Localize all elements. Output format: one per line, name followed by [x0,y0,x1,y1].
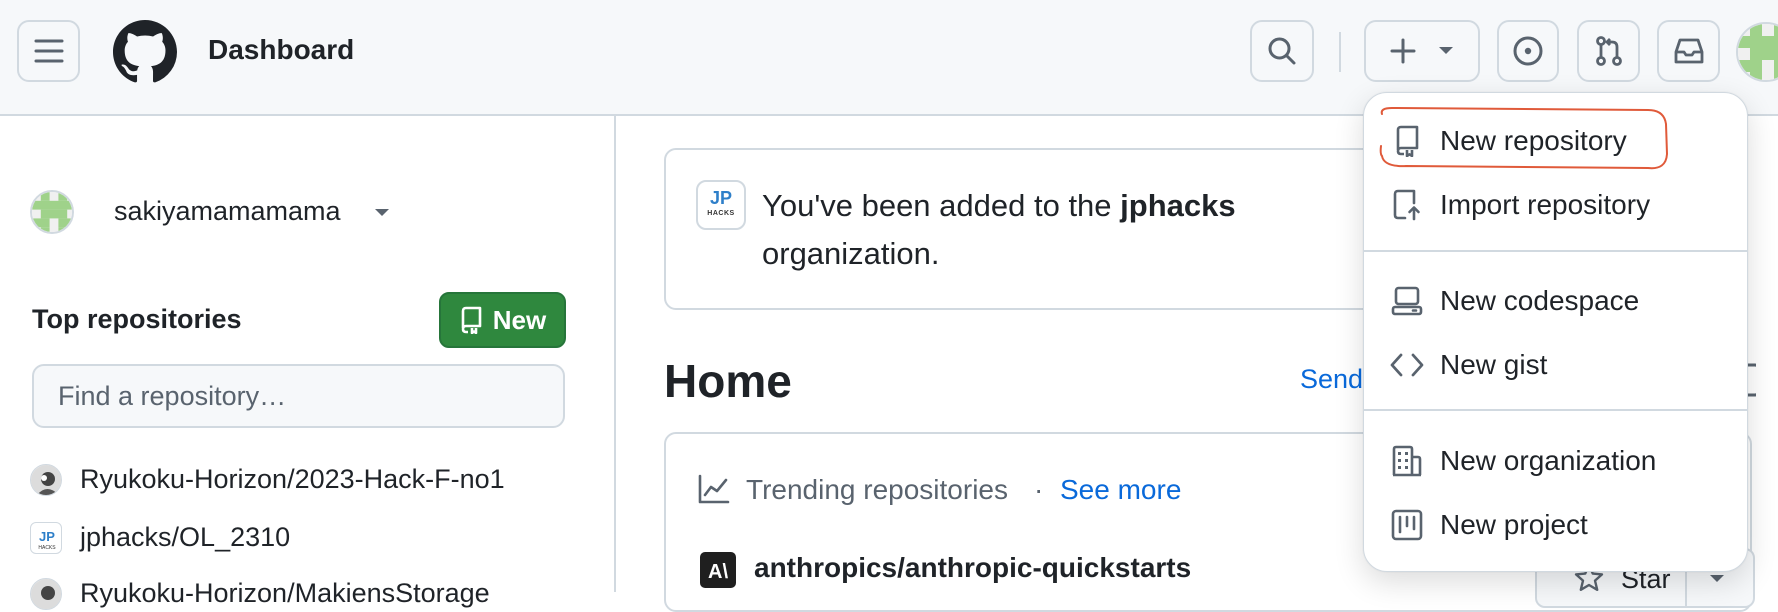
header-divider [1339,32,1341,72]
menu-item-label: New codespace [1440,285,1640,316]
see-more-link[interactable]: See more [1060,474,1181,506]
new-repository-button[interactable]: New [439,292,566,348]
caret-down-icon [1439,47,1453,54]
send-feedback-link[interactable]: Send [1300,364,1363,395]
repo-owner-avatar [30,578,62,610]
github-logo-icon[interactable] [113,20,177,84]
repo-icon [461,306,482,334]
organization-icon [1390,444,1424,478]
repo-link[interactable]: Ryukoku-Horizon/MakiensStorage [80,578,490,609]
menu-item-new-gist[interactable]: New gist [1390,341,1720,389]
project-icon [1390,508,1424,542]
repo-push-icon [1390,188,1424,222]
jphacks-logo: JP HACKS [696,180,746,230]
issue-opened-icon [1513,36,1543,66]
find-repository-input[interactable] [32,364,565,428]
codespaces-icon [1390,284,1424,318]
code-icon [1390,348,1424,382]
plus-icon [1390,38,1416,64]
menu-item-label: New gist [1440,349,1548,380]
repo-owner-avatar [30,464,62,496]
org-invite-notice [664,148,1404,310]
git-pull-request-icon [1595,36,1622,66]
menu-item-new-organization[interactable]: New organization [1390,437,1720,485]
menu-item-label: New organization [1440,445,1657,476]
context-avatar[interactable] [30,190,74,234]
svg-text:HACKS: HACKS [38,545,56,551]
notice-text: You've been added to the jphacks [762,188,1236,224]
star-list-caret-icon[interactable] [1709,574,1725,584]
separator-dot: · [1034,474,1044,505]
sidebar [0,116,616,592]
menu-item-label: Import repository [1440,189,1651,220]
page-title[interactable]: Dashboard [208,34,354,66]
inbox-button[interactable] [1657,20,1720,82]
anthropic-logo: A\ [700,552,736,588]
notice-org-link[interactable]: jphacks [1120,188,1235,223]
search-button[interactable] [1250,20,1314,82]
jphacks-logo-top: JP [709,188,733,208]
hamburger-menu-button[interactable] [17,20,80,82]
menu-divider [1364,250,1747,252]
context-switcher-username[interactable]: sakiyamamamama [114,196,341,227]
menu-item-new-codespace[interactable]: New codespace [1390,277,1720,325]
new-button-label: New [492,304,547,335]
pull-requests-button[interactable] [1577,20,1640,82]
notice-text-before: You've been added to the [762,188,1121,223]
svg-text:A\: A\ [708,561,728,583]
hamburger-icon [34,39,63,63]
issues-button[interactable] [1497,20,1559,82]
svg-text:JP: JP [39,529,55,544]
menu-divider [1364,409,1747,411]
repo-link[interactable]: Ryukoku-Horizon/2023-Hack-F-no1 [80,464,505,495]
home-heading: Home [664,355,792,407]
menu-item-label: New project [1440,509,1588,540]
trending-label: Trending repositories [746,474,1008,505]
top-repositories-heading: Top repositories [32,304,242,334]
notice-text-after: organization. [762,236,940,271]
menu-item-new-project[interactable]: New project [1390,501,1720,549]
graph-icon [698,474,730,504]
jphacks-logo-bottom: HACKS [707,210,735,217]
user-avatar[interactable] [1736,22,1778,82]
repo-link[interactable]: jphacks/OL_2310 [80,522,290,553]
menu-item-import-repository[interactable]: Import repository [1390,181,1720,229]
annotation-highlight-circle [1376,104,1676,176]
repo-owner-avatar: JP HACKS [30,522,62,554]
inbox-icon [1674,38,1703,64]
create-new-button[interactable] [1364,20,1480,82]
context-caret-down-icon[interactable] [374,208,390,218]
search-icon [1268,37,1296,65]
trending-repo-link[interactable]: anthropics/anthropic-quickstarts [754,552,1191,584]
